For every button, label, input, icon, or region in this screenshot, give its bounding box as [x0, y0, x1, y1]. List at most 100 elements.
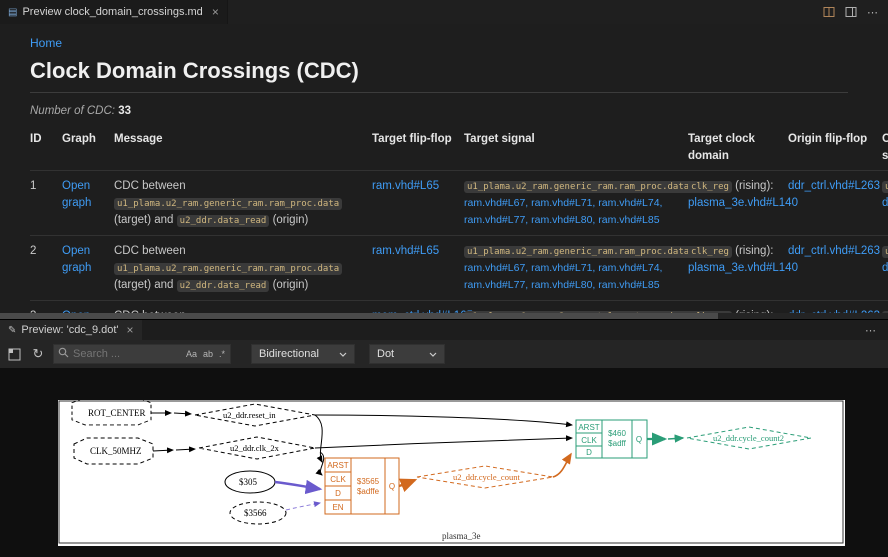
- row-target-signal: u1_plama.u2_ram.generic_ram.ram_proc.dat…: [464, 178, 680, 228]
- cdc-count-label: Number of CDC:: [30, 105, 115, 117]
- col-origin-ff: Origin flip-flop: [788, 131, 874, 164]
- chevron-down-icon: [429, 352, 437, 357]
- msg-mid: (target) and: [114, 279, 173, 291]
- net-cycle2-label: u2_ddr.cycle_count2: [713, 433, 784, 443]
- target-signal-links[interactable]: ram.vhd#L67, ram.vhd#L71, ram.vhd#L74, r…: [464, 262, 662, 291]
- msg-mid: (target) and: [114, 214, 173, 226]
- search-input[interactable]: [73, 348, 181, 360]
- open-graph-link[interactable]: Open graph: [62, 245, 91, 274]
- direction-select[interactable]: Bidirectional: [251, 344, 355, 364]
- export-image-icon[interactable]: [5, 345, 23, 363]
- target-ff-link[interactable]: ram.vhd#L65: [372, 245, 439, 257]
- engine-select[interactable]: Dot: [369, 344, 445, 364]
- msg-target-code: u1_plama.u2_ram.generic_ram.ram_proc.dat…: [114, 198, 342, 210]
- row-target-signal: u1_plama.u2_ram.generic_ram.ram_proc.dat…: [464, 243, 680, 293]
- col-graph: Graph: [62, 131, 106, 164]
- graph-toolbar: ↻ Aa ab .* Bidirectional Dot: [0, 340, 888, 368]
- col-target-clock: Target clock domain: [688, 131, 780, 164]
- table-row: 2 Open graph CDC between u1_plama.u2_ram…: [30, 235, 888, 300]
- row-id: 2: [30, 243, 54, 293]
- cluster-label: plasma_3e: [442, 531, 481, 541]
- table-row: 1 Open graph CDC between u1_plama.u2_ram…: [30, 170, 888, 235]
- col-id: ID: [30, 131, 54, 164]
- clock-note: (rising):: [735, 180, 773, 192]
- ff2-port-d: D: [586, 448, 592, 457]
- ff1-port-arst: ARST: [327, 461, 348, 470]
- ff2-port-arst: ARST: [578, 423, 599, 432]
- col-target-ff: Target flip-flop: [372, 131, 456, 164]
- net-cycle-label: u2_ddr.cycle_count: [453, 472, 520, 482]
- origin-signal-link[interactable]: ddr_ctrl.vhd#L279: [882, 262, 888, 274]
- ff1-port-en: EN: [332, 503, 343, 512]
- target-signal-links[interactable]: ram.vhd#L67, ram.vhd#L71, ram.vhd#L74, r…: [464, 197, 662, 226]
- search-box: Aa ab .*: [53, 344, 231, 364]
- net-reset-label: u2_ddr.reset_in: [223, 410, 276, 420]
- more-actions-icon[interactable]: ⋯: [867, 6, 878, 19]
- msg-suffix: (origin): [273, 214, 309, 226]
- clock-link[interactable]: plasma_3e.vhd#L140: [688, 197, 798, 209]
- clock-code: clk_reg: [688, 181, 732, 193]
- origin-signal-code: u2_ddr.data_read:: [882, 181, 888, 193]
- origin-signal-link[interactable]: ddr_ctrl.vhd#L279: [882, 197, 888, 209]
- search-icon: [58, 345, 69, 363]
- horizontal-scrollbar: [0, 313, 888, 319]
- col-message: Message: [114, 131, 364, 164]
- tab-dot-preview[interactable]: ✎ Preview: 'cdc_9.dot' ×: [0, 320, 142, 340]
- msg-suffix: (origin): [273, 279, 309, 291]
- cdc-count-value: 33: [118, 105, 131, 117]
- pen-icon: ✎: [8, 325, 16, 336]
- tab-label: Preview: 'cdc_9.dot': [21, 324, 118, 336]
- msg-prefix: CDC between: [114, 180, 186, 192]
- graph-tabbar: ✎ Preview: 'cdc_9.dot' × ⋯: [0, 320, 888, 340]
- row-message: CDC between u1_plama.u2_ram.generic_ram.…: [114, 243, 364, 293]
- whole-word-icon[interactable]: ab: [202, 349, 214, 359]
- tab-markdown-preview[interactable]: ▤ Preview clock_domain_crossings.md ×: [0, 0, 228, 24]
- target-ff-link[interactable]: ram.vhd#L65: [372, 180, 439, 192]
- graph-panel: ✎ Preview: 'cdc_9.dot' × ⋯ ↻ Aa ab .* Bi…: [0, 319, 888, 557]
- home-link[interactable]: Home: [30, 36, 62, 50]
- target-signal-code: u1_plama.u2_ram.generic_ram.ram_proc.dat…: [464, 246, 698, 258]
- ff1-port-d: D: [335, 489, 341, 498]
- ff1-type: $adffe: [357, 487, 380, 496]
- editor-panel: ▤ Preview clock_domain_crossings.md × ⋯ …: [0, 0, 888, 319]
- open-graph-link[interactable]: Open graph: [62, 180, 91, 209]
- origin-ff-link[interactable]: ddr_ctrl.vhd#L263: [788, 245, 880, 257]
- editor-tabbar: ▤ Preview clock_domain_crossings.md × ⋯: [0, 0, 888, 24]
- match-case-icon[interactable]: Aa: [185, 349, 198, 359]
- table-header-row: ID Graph Message Target flip-flop Target…: [30, 127, 888, 170]
- input1-label: ROT_CENTER: [88, 408, 146, 418]
- refresh-icon[interactable]: ↻: [29, 345, 47, 363]
- clock-code: clk_reg: [688, 246, 732, 258]
- ff1-port-q: Q: [389, 482, 395, 491]
- open-preview-icon[interactable]: [823, 6, 835, 18]
- col-target-signal: Target signal: [464, 131, 680, 164]
- msg-prefix: CDC between: [114, 245, 186, 257]
- ff2-type: $adff: [608, 439, 626, 448]
- const2-label: $3566: [244, 508, 267, 518]
- graph-canvas[interactable]: plasma_3e ROT_CENTER CLK_50MHZ u2_ddr.re…: [58, 400, 845, 546]
- markdown-preview-body: Home Clock Domain Crossings (CDC) Number…: [0, 24, 888, 319]
- close-icon[interactable]: ×: [212, 5, 219, 19]
- net-clk2x-label: u2_ddr.clk_2x: [230, 443, 280, 453]
- row-target-clock: clk_reg (rising): plasma_3e.vhd#L140: [688, 178, 780, 228]
- markdown-preview-icon: ▤: [8, 7, 17, 18]
- chevron-down-icon: [339, 352, 347, 357]
- cdc-table: ID Graph Message Target flip-flop Target…: [30, 127, 888, 319]
- origin-signal-code: u2_ddr.data_read:: [882, 246, 888, 258]
- regex-icon[interactable]: .*: [218, 349, 226, 359]
- const1-label: $305: [239, 477, 258, 487]
- engine-value: Dot: [377, 348, 394, 360]
- more-actions-icon[interactable]: ⋯: [865, 324, 888, 337]
- row-origin-signal: u2_ddr.data_read: ddr_ctrl.vhd#L279: [882, 178, 888, 228]
- origin-ff-link[interactable]: ddr_ctrl.vhd#L263: [788, 180, 880, 192]
- editor-actions: ⋯: [823, 0, 888, 24]
- clock-link[interactable]: plasma_3e.vhd#L140: [688, 262, 798, 274]
- split-editor-icon[interactable]: [845, 6, 857, 18]
- tab-label: Preview clock_domain_crossings.md: [22, 6, 202, 18]
- row-target-clock: clk_reg (rising): plasma_3e.vhd#L140: [688, 243, 780, 293]
- scrollbar-thumb[interactable]: [0, 313, 718, 319]
- clock-note: (rising):: [735, 245, 773, 257]
- input2-label: CLK_50MHZ: [90, 446, 142, 456]
- close-icon[interactable]: ×: [127, 323, 134, 337]
- ff2-port-q: Q: [636, 435, 642, 444]
